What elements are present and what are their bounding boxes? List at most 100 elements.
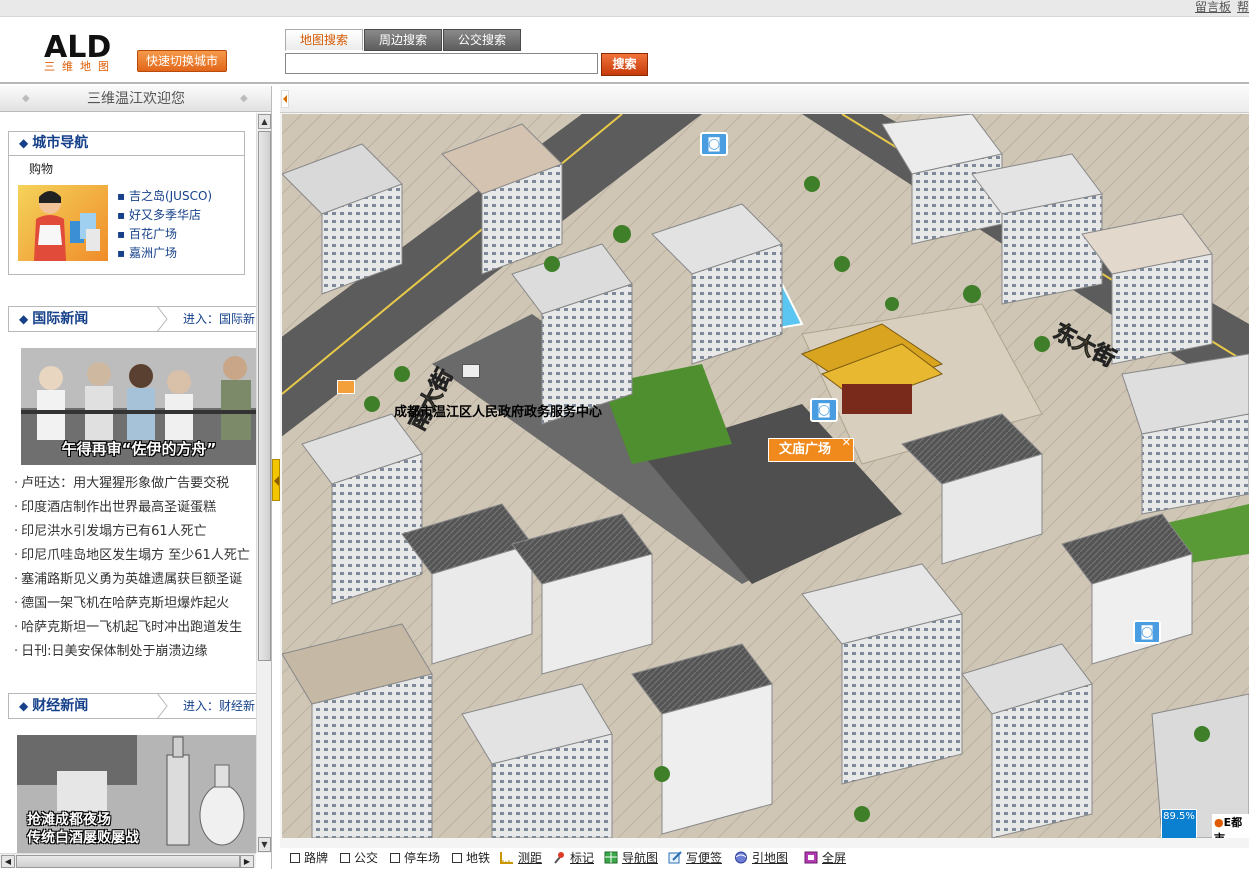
switch-city-button[interactable]: 快速切换城市 <box>137 50 227 72</box>
map-area: 东大街 南大街 成都市温江区人民政府政务服务中心 ◙ ◙ ◙ 文庙广场 ✕ 89… <box>280 86 1249 869</box>
checkbox-icon[interactable] <box>290 853 300 863</box>
camera-marker-icon[interactable]: ◙ <box>700 132 728 156</box>
top-strip: 留言板帮 <box>0 0 1249 17</box>
building-label: 成都市温江区人民政府政务服务中心 <box>394 404 602 420</box>
scroll-thumb[interactable] <box>258 131 271 661</box>
intl-news-photo-caption: 午得再审“佐伊的方舟” <box>61 440 217 458</box>
checkbox-bus[interactable]: 公交 <box>340 848 378 869</box>
welcome-bar: ◆ 三维温江欢迎您 ◆ <box>0 86 271 112</box>
nav-map-icon <box>604 851 618 864</box>
city-nav-title: ◆ 城市导航 <box>9 132 244 156</box>
logo-subtitle: 三维地图 <box>44 60 116 73</box>
intl-news-photo[interactable]: 午得再审“佐伊的方舟” <box>21 348 256 465</box>
tab-map-search[interactable]: 地图搜索 <box>285 29 363 51</box>
3d-city-map: 东大街 南大街 成都市温江区人民政府政务服务中心 <box>282 114 1249 838</box>
fullscreen-tool[interactable]: 全屏 <box>804 848 846 869</box>
sidebar-collapse-handle[interactable] <box>272 459 280 501</box>
diamond-icon: ◆ <box>19 136 29 150</box>
bus-stop-icon[interactable] <box>462 364 480 378</box>
sidebar: ◆ 三维温江欢迎您 ◆ ◆ 城市导航 购物 ▪ 吉之岛(JUSCO) ▪ 好又多… <box>0 86 272 869</box>
note-tool[interactable]: 写便签 <box>668 848 722 869</box>
mark-tool[interactable]: 标记 <box>552 848 594 869</box>
shopping-woman-image <box>34 191 100 261</box>
brand-dot-icon: ● <box>1214 816 1224 829</box>
hscroll-thumb[interactable] <box>16 855 240 868</box>
guestbook-link[interactable]: 留言板 <box>1195 0 1231 14</box>
checkbox-icon[interactable] <box>340 853 350 863</box>
city-nav-link-1[interactable]: ▪ 好又多季华店 <box>117 206 212 225</box>
finance-news-title: ◆ 财经新闻 <box>19 698 89 714</box>
city-nav-links: ▪ 吉之岛(JUSCO) ▪ 好又多季华店 ▪ 百花广场 ▪ 嘉洲广场 <box>117 187 212 263</box>
intl-news-more-link[interactable]: 进入：国际新 <box>183 307 255 331</box>
logo[interactable]: ALD 三维地图 <box>44 33 116 73</box>
header: ALD 三维地图 快速切换城市 地图搜索 周边搜索 公交搜索 搜索 <box>0 17 1249 84</box>
map-view[interactable]: 东大街 南大街 成都市温江区人民政府政务服务中心 ◙ ◙ ◙ 文庙广场 ✕ 89… <box>282 114 1249 838</box>
search-tabs: 地图搜索 周边搜索 公交搜索 <box>285 29 522 51</box>
checkbox-icon[interactable] <box>452 853 462 863</box>
globe-icon <box>735 851 747 864</box>
logo-text: ALD <box>44 30 112 65</box>
city-nav-box: ◆ 城市导航 购物 ▪ 吉之岛(JUSCO) ▪ 好又多季华店 ▪ 百花广场 ▪ … <box>8 131 245 275</box>
close-icon[interactable]: ✕ <box>842 437 851 449</box>
finance-news-header: ◆ 财经新闻 进入：财经新 <box>8 693 256 719</box>
list-item[interactable]: 德国一架飞机在哈萨克斯坦爆炸起火 <box>14 592 256 616</box>
intl-news-header: ◆ 国际新闻 进入：国际新 <box>8 306 256 332</box>
finance-news-photo[interactable]: 抢滩成都夜场 传统白酒屡败屡战 <box>17 735 256 853</box>
quote-map-tool[interactable]: 引地图 <box>734 848 788 869</box>
diamond-icon: ◆ <box>19 312 29 326</box>
scroll-left-icon[interactable]: ◀ <box>1 855 15 868</box>
list-item[interactable]: 印尼洪水引发塌方已有61人死亡 <box>14 520 256 544</box>
ruler-icon <box>500 852 513 864</box>
checkbox-subway[interactable]: 地铁 <box>452 848 490 869</box>
map-bottom-toolbar: 路牌 公交 停车场 地铁 测距 标记 导航图 写便签 引地图 全屏 <box>280 848 1249 869</box>
city-nav-category: 购物 <box>29 162 54 176</box>
search-button[interactable]: 搜索 <box>601 53 648 76</box>
help-link[interactable]: 帮 <box>1237 0 1249 14</box>
welcome-dot-left: ◆ <box>22 93 30 104</box>
intl-news-title: ◆ 国际新闻 <box>19 311 89 327</box>
camera-marker-icon[interactable]: ◙ <box>810 398 838 422</box>
measure-tool[interactable]: 测距 <box>500 848 542 869</box>
list-item[interactable]: 哈萨克斯坦一飞机起飞时冲出跑道发生 <box>14 616 256 640</box>
sidebar-content: ◆ 城市导航 购物 ▪ 吉之岛(JUSCO) ▪ 好又多季华店 ▪ 百花广场 ▪ … <box>0 113 256 853</box>
checkbox-road-signs[interactable]: 路牌 <box>290 848 328 869</box>
zoom-level-text: 89.5% <box>1163 811 1195 822</box>
tab-bus-search[interactable]: 公交搜索 <box>443 29 521 51</box>
list-item[interactable]: 日刊:日美安保体制处于崩溃边缘 <box>14 640 256 664</box>
scroll-down-icon[interactable]: ▼ <box>258 837 271 852</box>
collapse-arrow-icon[interactable] <box>281 90 289 108</box>
intl-news-list: 卢旺达：用大猩猩形象做广告要交税 印度酒店制作出世界最高圣诞蛋糕 印尼洪水引发塌… <box>14 472 256 664</box>
bus-stop-icon[interactable] <box>337 380 355 394</box>
search-input[interactable] <box>285 53 598 74</box>
finance-news-more-link[interactable]: 进入：财经新 <box>183 694 255 718</box>
city-nav-link-0[interactable]: ▪ 吉之岛(JUSCO) <box>117 187 212 206</box>
list-item[interactable]: 印度酒店制作出世界最高圣诞蛋糕 <box>14 496 256 520</box>
nav-map-tool[interactable]: 导航图 <box>604 848 658 869</box>
sidebar-vertical-scrollbar[interactable]: ▲ ▼ <box>256 113 271 853</box>
scroll-up-icon[interactable]: ▲ <box>258 114 271 129</box>
welcome-text: 三维温江欢迎您 <box>87 91 185 107</box>
place-tag[interactable]: 文庙广场 ✕ <box>768 437 854 462</box>
list-item[interactable]: 卢旺达：用大猩猩形象做广告要交税 <box>14 472 256 496</box>
checkbox-icon[interactable] <box>390 853 400 863</box>
city-nav-link-2[interactable]: ▪ 百花广场 <box>117 225 212 244</box>
pin-icon <box>554 852 564 864</box>
shopping-photo <box>18 185 108 261</box>
sidebar-horizontal-scrollbar[interactable]: ◀ ▶ <box>0 853 256 868</box>
welcome-dot-right: ◆ <box>240 93 248 104</box>
place-tag-label: 文庙广场 <box>779 442 832 457</box>
scroll-right-icon[interactable]: ▶ <box>240 855 254 868</box>
checkbox-parking[interactable]: 停车场 <box>390 848 440 869</box>
brand-logo: ●E都市 <box>1212 814 1249 838</box>
city-nav-link-3[interactable]: ▪ 嘉洲广场 <box>117 244 212 263</box>
city-nav-title-text: 城市导航 <box>32 135 89 151</box>
top-links: 留言板帮 <box>1189 0 1249 14</box>
zoom-level-badge: 89.5% <box>1161 809 1197 838</box>
fullscreen-icon <box>804 851 818 864</box>
diamond-icon: ◆ <box>19 699 29 713</box>
list-item[interactable]: 塞浦路斯见义勇为英雄遗属获巨额圣诞 <box>14 568 256 592</box>
camera-marker-icon[interactable]: ◙ <box>1133 620 1161 644</box>
tab-nearby-search[interactable]: 周边搜索 <box>364 29 442 51</box>
list-item[interactable]: 印尼爪哇岛地区发生塌方 至少61人死亡 <box>14 544 256 568</box>
tab-notch-icon <box>157 693 168 719</box>
